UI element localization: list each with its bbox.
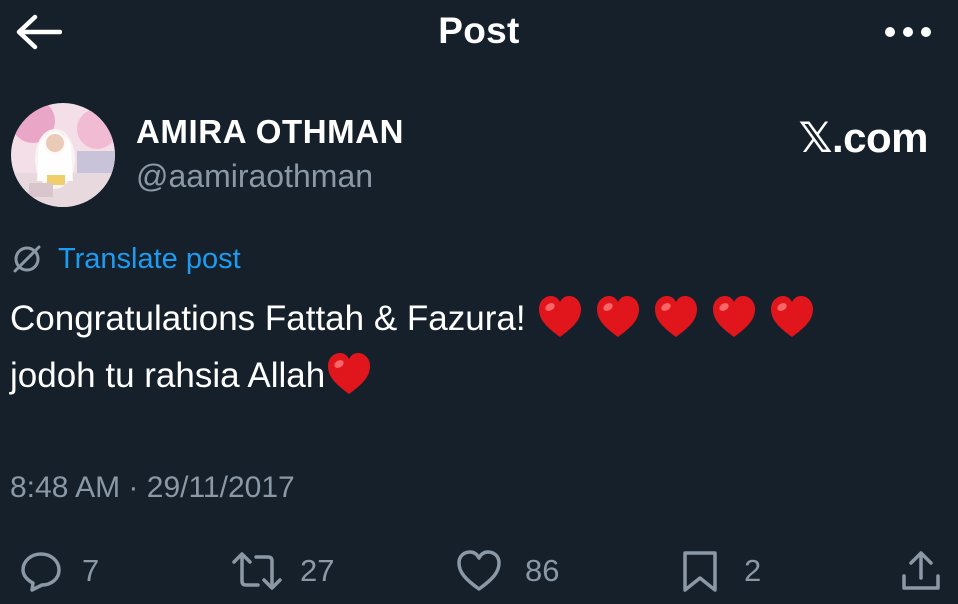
red-heart-emoji-icon: [328, 353, 371, 394]
like-count: 86: [525, 553, 560, 588]
heart-emoji-row: [526, 296, 816, 338]
action-bar: 7 27 86 2: [0, 548, 958, 596]
repost-count: 27: [300, 553, 335, 588]
heart-emoji-row: [325, 353, 373, 395]
post-text-line-1-words: Congratulations Fattah & Fazura!: [10, 299, 526, 338]
author-display-name[interactable]: AMIRA OTHMAN: [136, 113, 404, 151]
red-heart-emoji-icon: [596, 296, 639, 337]
post-text: Congratulations Fattah & Fazura! jodoh t…: [10, 290, 950, 404]
heart-icon: [457, 550, 501, 591]
translate-globe-icon: [13, 245, 41, 273]
translate-post-link[interactable]: Translate post: [10, 242, 241, 276]
share-icon: [902, 551, 940, 590]
like-button[interactable]: 86: [455, 548, 559, 594]
reply-button[interactable]: 7: [18, 548, 99, 594]
post-text-line-1: Congratulations Fattah & Fazura!: [10, 290, 950, 347]
top-bar: Post: [0, 0, 958, 64]
post-date: 29/11/2017: [146, 471, 295, 504]
translate-post-label: Translate post: [58, 242, 241, 275]
meta-separator: ·: [128, 471, 139, 504]
avatar[interactable]: [11, 103, 115, 207]
author-handle[interactable]: @aamiraothman: [136, 158, 373, 195]
repost-button[interactable]: 27: [228, 548, 334, 594]
x-com-watermark: 𝕏.com: [798, 114, 929, 161]
bookmark-icon: [683, 551, 717, 592]
more-horizontal-icon: [885, 27, 931, 37]
post-timestamp[interactable]: 8:48 AM · 29/11/2017: [10, 471, 295, 505]
repost-icon: [232, 552, 282, 590]
red-heart-emoji-icon: [538, 296, 581, 337]
more-options-button[interactable]: [882, 20, 932, 44]
reply-icon: [21, 552, 61, 592]
red-heart-emoji-icon: [654, 296, 697, 337]
bookmark-count: 2: [744, 553, 762, 588]
red-heart-emoji-icon: [770, 296, 813, 337]
share-button[interactable]: [898, 548, 944, 594]
post-text-line-2: jodoh tu rahsia Allah: [10, 347, 950, 404]
page-title: Post: [438, 10, 520, 51]
post-text-line-2-words: jodoh tu rahsia Allah: [10, 356, 326, 395]
post-time: 8:48 AM: [10, 471, 121, 504]
red-heart-emoji-icon: [712, 296, 755, 337]
bookmark-button[interactable]: 2: [680, 548, 761, 594]
reply-count: 7: [82, 553, 100, 588]
